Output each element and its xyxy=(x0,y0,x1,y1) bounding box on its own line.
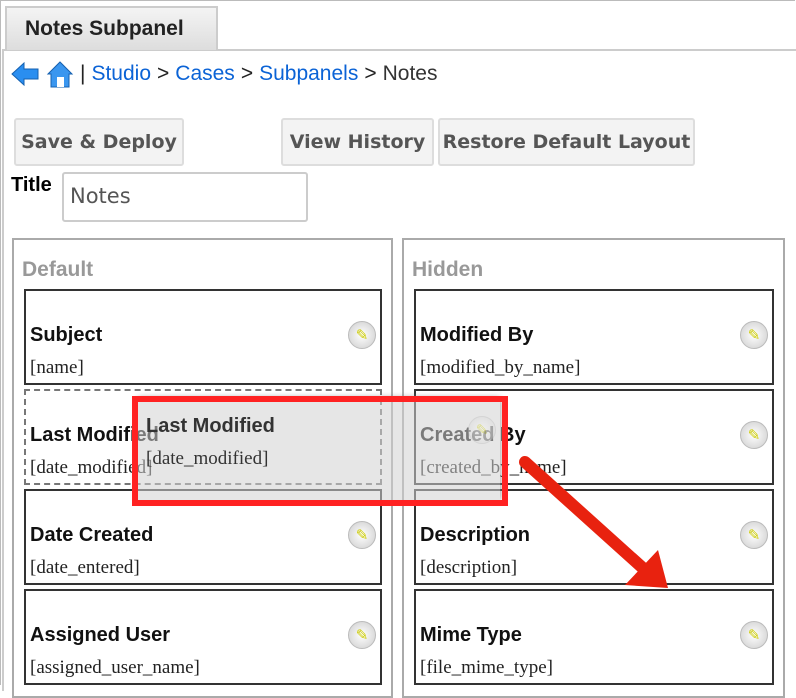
title-input[interactable]: Notes xyxy=(62,172,308,222)
field-key: [name] xyxy=(30,357,84,378)
field-name: Mime Type xyxy=(420,624,522,646)
field-name: Modified By xyxy=(420,324,534,346)
field-key: [modified_by_name] xyxy=(420,357,581,378)
field-card-subject[interactable]: Subject [name] ✎ xyxy=(24,289,382,385)
save-deploy-button[interactable]: Save & Deploy xyxy=(14,118,184,166)
title-label: Title xyxy=(11,174,52,196)
breadcrumb-studio[interactable]: Studio xyxy=(91,62,151,86)
field-key: [date_entered] xyxy=(30,557,140,578)
field-name: Date Created xyxy=(30,524,154,546)
breadcrumb-gt: > xyxy=(240,62,254,85)
breadcrumb: | Studio > Cases > Subpanels > Notes xyxy=(10,60,437,88)
field-card-modified-by[interactable]: Modified By [modified_by_name] ✎ xyxy=(414,289,774,385)
home-icon[interactable] xyxy=(46,60,74,88)
tab-notes-subpanel[interactable]: Notes Subpanel xyxy=(5,6,218,50)
pencil-icon[interactable]: ✎ xyxy=(740,321,768,349)
field-key: [file_mime_type] xyxy=(420,657,553,678)
field-card-mime-type[interactable]: Mime Type [file_mime_type] ✎ xyxy=(414,589,774,685)
pencil-icon[interactable]: ✎ xyxy=(740,521,768,549)
restore-default-layout-button[interactable]: Restore Default Layout xyxy=(438,118,695,166)
breadcrumb-separator: | xyxy=(80,62,86,85)
view-history-button[interactable]: View History xyxy=(281,118,434,166)
pencil-icon[interactable]: ✎ xyxy=(740,421,768,449)
arrow-annotation-icon xyxy=(519,456,668,588)
breadcrumb-current: Notes xyxy=(382,62,438,85)
field-name: Assigned User xyxy=(30,624,171,646)
highlight-box xyxy=(132,396,508,506)
back-arrow-icon[interactable] xyxy=(10,61,40,87)
pencil-icon[interactable]: ✎ xyxy=(348,321,376,349)
pencil-icon[interactable]: ✎ xyxy=(348,621,376,649)
breadcrumb-subpanels[interactable]: Subpanels xyxy=(259,62,358,86)
pencil-icon[interactable]: ✎ xyxy=(740,621,768,649)
field-key: [assigned_user_name] xyxy=(30,657,200,678)
breadcrumb-gt: > xyxy=(157,62,170,85)
breadcrumb-cases[interactable]: Cases xyxy=(175,62,235,86)
pencil-icon[interactable]: ✎ xyxy=(348,521,376,549)
field-name: Subject xyxy=(30,324,103,346)
default-heading: Default xyxy=(22,258,94,281)
field-card-assigned-user[interactable]: Assigned User [assigned_user_name] ✎ xyxy=(24,589,382,685)
hidden-heading: Hidden xyxy=(412,258,484,281)
breadcrumb-gt: > xyxy=(364,62,377,85)
